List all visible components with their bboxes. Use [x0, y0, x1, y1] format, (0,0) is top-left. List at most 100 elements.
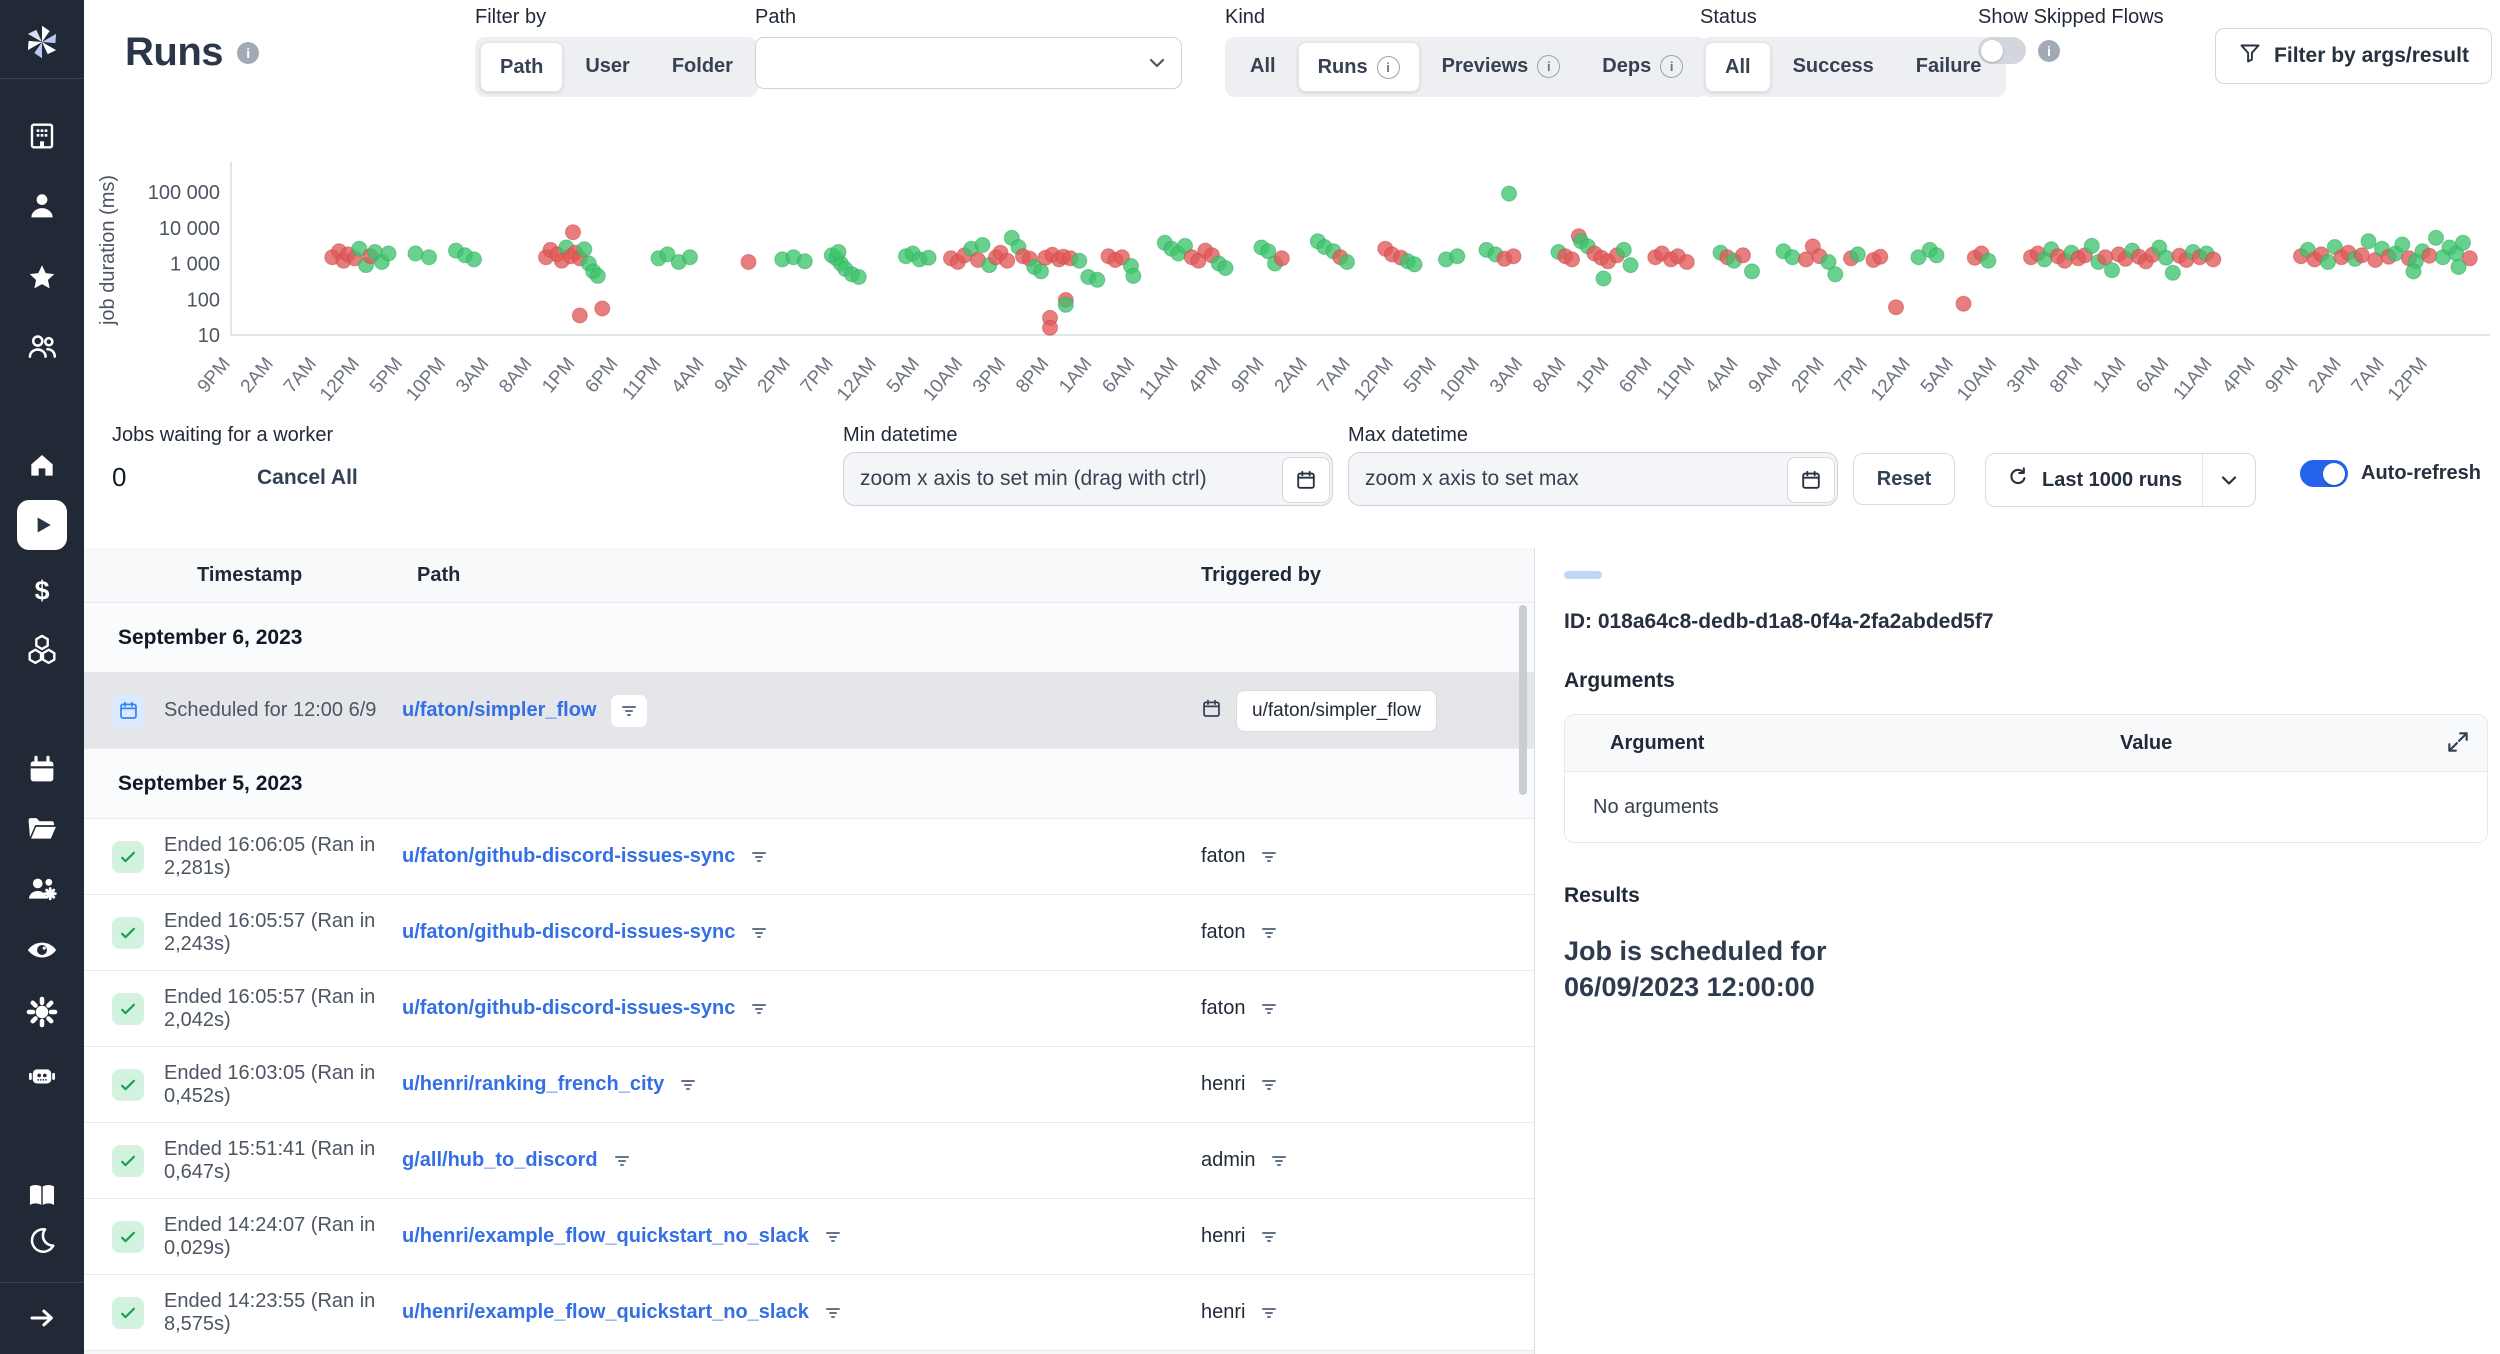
schedule-calendar-icon	[1201, 698, 1222, 724]
filter-by-user-icon[interactable]	[1259, 923, 1279, 943]
svg-text:12AM: 12AM	[833, 354, 881, 406]
info-icon[interactable]: i	[1537, 55, 1560, 78]
filter-by-option-path[interactable]: Path	[480, 42, 563, 92]
svg-text:2PM: 2PM	[1788, 354, 1829, 397]
svg-text:7AM: 7AM	[2348, 354, 2389, 397]
filter-by-args-button[interactable]: Filter by args/result	[2215, 28, 2492, 84]
run-detail-panel: ID: 018a64c8-dedb-d1a8-0f4a-2fa2abded5f7…	[1535, 548, 2500, 1354]
filter-by-user-icon[interactable]	[1259, 847, 1279, 867]
groups-gear-icon[interactable]	[25, 871, 59, 905]
run-path-link[interactable]: u/faton/github-discord-issues-sync	[402, 997, 735, 1020]
svg-text:3PM: 3PM	[2003, 354, 2044, 397]
date-group-row: September 6, 2023	[84, 603, 1534, 673]
status-option-all[interactable]: All	[1705, 42, 1771, 92]
runs-duration-scatter-chart[interactable]: 101001 00010 000100 000job duration (ms)…	[84, 100, 2500, 410]
run-path-link[interactable]: u/henri/ranking_french_city	[402, 1073, 664, 1096]
info-icon[interactable]: i	[1377, 56, 1400, 79]
kind-option-deps[interactable]: Depsi	[1582, 42, 1703, 90]
run-row[interactable]: Ended 14:23:55 (Ran in 8,575s)u/henri/ex…	[84, 1275, 1534, 1351]
svg-text:7PM: 7PM	[797, 354, 838, 397]
auto-refresh-toggle[interactable]	[2300, 460, 2348, 487]
funnel-icon	[2238, 41, 2262, 71]
filter-by-user-icon[interactable]	[1259, 999, 1279, 1019]
filter-by-path-icon[interactable]	[610, 694, 648, 728]
run-timestamp: Ended 16:06:05 (Ran in 2,281s)	[164, 834, 402, 880]
run-path-link[interactable]: u/henri/example_flow_quickstart_no_slack	[402, 1301, 809, 1324]
run-path-link[interactable]: u/henri/example_flow_quickstart_no_slack	[402, 1225, 809, 1248]
runs-count-dropdown-toggle[interactable]	[2202, 454, 2255, 506]
svg-text:3AM: 3AM	[1486, 354, 1527, 397]
docs-book-icon[interactable]	[25, 1178, 59, 1212]
min-datetime-label: Min datetime	[843, 424, 958, 447]
home-icon[interactable]	[26, 449, 58, 481]
filter-by-path-icon[interactable]	[612, 1151, 632, 1171]
favorites-star-icon[interactable]	[25, 261, 59, 295]
show-skipped-info-icon[interactable]: i	[2038, 40, 2060, 62]
filter-by-path-icon[interactable]	[678, 1075, 698, 1095]
show-skipped-label: Show Skipped Flows	[1978, 6, 2164, 29]
svg-text:$: $	[35, 576, 50, 606]
filter-by-path-icon[interactable]	[749, 847, 769, 867]
folders-icon[interactable]	[25, 811, 59, 845]
team-users-icon[interactable]	[25, 329, 59, 363]
run-row[interactable]: Ended 16:06:05 (Ran in 2,281s)u/faton/gi…	[84, 819, 1534, 895]
runs-play-icon[interactable]	[17, 500, 67, 550]
svg-text:8AM: 8AM	[495, 354, 536, 397]
cancel-all-button[interactable]: Cancel All	[257, 466, 358, 490]
filter-by-user-icon[interactable]	[1259, 1303, 1279, 1323]
svg-text:10: 10	[198, 325, 220, 347]
table-scrollbar[interactable]	[1519, 605, 1527, 795]
dark-mode-moon-icon[interactable]	[27, 1225, 57, 1255]
reset-button[interactable]: Reset	[1853, 453, 1955, 505]
success-check-icon	[112, 1297, 144, 1329]
settings-gear-icon[interactable]	[25, 995, 59, 1029]
kind-option-previews[interactable]: Previewsi	[1422, 42, 1581, 90]
windmill-logo[interactable]	[19, 19, 65, 65]
expand-icon[interactable]	[2445, 729, 2471, 761]
svg-text:6PM: 6PM	[1615, 354, 1656, 397]
refresh-last-runs-button[interactable]: Last 1000 runs	[1986, 454, 2202, 506]
max-datetime-input[interactable]	[1348, 452, 1838, 506]
kind-option-all[interactable]: All	[1230, 42, 1296, 90]
max-datetime-calendar-icon[interactable]	[1787, 457, 1835, 503]
ai-robot-icon[interactable]	[25, 1058, 59, 1092]
run-row[interactable]: Ended 14:24:07 (Ran in 0,029s)u/henri/ex…	[84, 1199, 1534, 1275]
run-row[interactable]: Scheduled for 12:00 6/9u/faton/simpler_f…	[84, 673, 1534, 749]
expand-sidebar-arrow-icon[interactable]	[27, 1303, 57, 1333]
filter-by-option-folder[interactable]: Folder	[652, 42, 753, 90]
svg-text:8AM: 8AM	[1529, 354, 1570, 397]
resources-cubes-icon[interactable]	[25, 632, 59, 666]
status-option-success[interactable]: Success	[1773, 42, 1894, 90]
kind-option-runs[interactable]: Runsi	[1298, 42, 1420, 92]
run-path-link[interactable]: u/faton/github-discord-issues-sync	[402, 921, 735, 944]
run-row[interactable]: Ended 15:51:41 (Ran in 0,647s)g/all/hub_…	[84, 1123, 1534, 1199]
variables-dollar-icon[interactable]: $	[26, 575, 58, 607]
min-datetime-input[interactable]	[843, 452, 1333, 506]
triggered-by-badge: u/faton/simpler_flow	[1236, 690, 1437, 732]
filter-by-user-icon[interactable]	[1269, 1151, 1289, 1171]
workspace-icon[interactable]	[26, 120, 58, 152]
run-path-link[interactable]: u/faton/simpler_flow	[402, 699, 596, 722]
run-path-link[interactable]: u/faton/github-discord-issues-sync	[402, 845, 735, 868]
arguments-heading: Arguments	[1564, 669, 2488, 693]
info-icon[interactable]: i	[1660, 55, 1683, 78]
filter-by-option-user[interactable]: User	[565, 42, 649, 90]
filter-by-path-icon[interactable]	[823, 1303, 843, 1323]
show-skipped-toggle[interactable]	[1978, 37, 2026, 64]
success-check-icon	[112, 993, 144, 1025]
run-row[interactable]: Ended 16:05:57 (Ran in 2,042s)u/faton/gi…	[84, 971, 1534, 1047]
filter-by-path-icon[interactable]	[823, 1227, 843, 1247]
min-datetime-calendar-icon[interactable]	[1282, 457, 1330, 503]
run-path-link[interactable]: g/all/hub_to_discord	[402, 1149, 598, 1172]
audit-logs-eye-icon[interactable]	[25, 933, 59, 967]
schedules-calendar-icon[interactable]	[26, 754, 58, 786]
path-select[interactable]	[755, 37, 1182, 89]
filter-by-path-icon[interactable]	[749, 999, 769, 1019]
filter-by-path-icon[interactable]	[749, 923, 769, 943]
run-row[interactable]: Ended 16:03:05 (Ran in 0,452s)u/henri/ra…	[84, 1047, 1534, 1123]
filter-by-user-icon[interactable]	[1259, 1227, 1279, 1247]
user-icon[interactable]	[25, 189, 59, 223]
run-row[interactable]: Ended 16:05:57 (Ran in 2,243s)u/faton/gi…	[84, 895, 1534, 971]
filter-by-user-icon[interactable]	[1259, 1075, 1279, 1095]
runs-info-icon[interactable]: i	[237, 42, 259, 64]
